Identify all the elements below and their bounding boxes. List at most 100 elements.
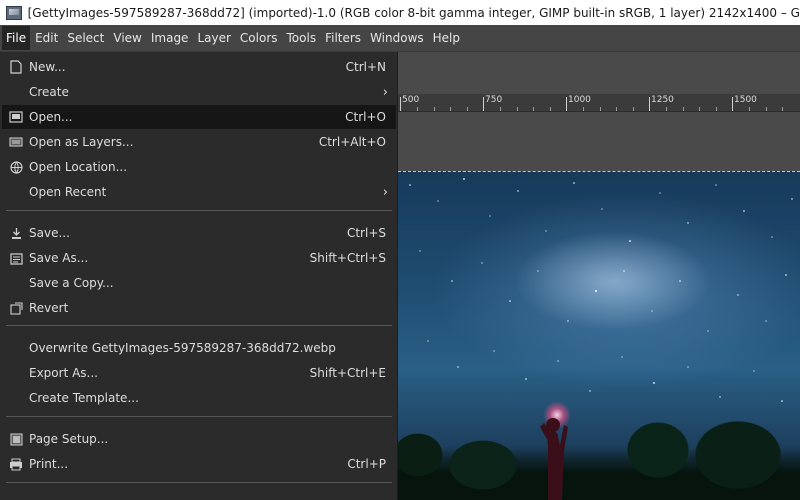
print-icon: [8, 456, 24, 472]
menu-item-new[interactable]: New... Ctrl+N: [2, 55, 396, 79]
ruler-label: 1500: [734, 95, 757, 105]
menu-item-label: Create: [29, 85, 69, 99]
ruler-tick: [732, 97, 733, 111]
person-silhouette: [540, 418, 568, 500]
ruler-tick: [467, 107, 468, 111]
menu-image[interactable]: Image: [147, 26, 193, 50]
menu-edit[interactable]: Edit: [31, 26, 62, 50]
globe-icon: [8, 159, 24, 175]
menu-item-print[interactable]: Print... Ctrl+P: [2, 452, 396, 476]
ruler-tick: [566, 97, 567, 111]
menu-item-create[interactable]: Create ›: [2, 80, 396, 104]
ruler-label: 1000: [568, 95, 591, 105]
menu-item-label: Overwrite GettyImages-597589287-368dd72.…: [29, 341, 336, 355]
tool-options-strip: [398, 52, 800, 94]
menu-item-label: Save a Copy...: [29, 276, 114, 290]
menu-item-label: New...: [29, 60, 66, 74]
menu-layer[interactable]: Layer: [193, 26, 234, 50]
window-title: [GettyImages-597589287-368dd72] (importe…: [27, 5, 800, 20]
chevron-right-icon: ›: [382, 184, 388, 200]
ruler-tick: [782, 107, 783, 111]
ruler-tick: [583, 107, 584, 111]
menu-bar: File Edit Select View Image Layer Colors…: [0, 25, 800, 52]
page-setup-icon: [8, 431, 24, 447]
ruler-tick: [417, 107, 418, 111]
ruler-tick: [766, 107, 767, 111]
canvas-area[interactable]: 500 750 1000 1250 1500: [398, 52, 800, 500]
menu-file[interactable]: File: [2, 26, 31, 50]
menu-item-save[interactable]: Save... Ctrl+S: [2, 221, 396, 245]
menu-item-label: Open Location...: [29, 160, 128, 174]
menu-separator: [6, 416, 392, 417]
chevron-right-icon: ›: [382, 84, 388, 100]
ruler-label: 500: [402, 95, 420, 105]
ruler-tick: [550, 107, 551, 111]
gimp-app-icon: [6, 5, 22, 20]
menu-item-overwrite[interactable]: Overwrite GettyImages-597589287-368dd72.…: [2, 336, 396, 360]
menu-item-page-setup[interactable]: Page Setup...: [2, 427, 396, 451]
ruler-tick: [500, 107, 501, 111]
menu-tools[interactable]: Tools: [283, 26, 321, 50]
menu-colors[interactable]: Colors: [236, 26, 282, 50]
menu-item-label: Print...: [29, 457, 69, 471]
horizontal-ruler[interactable]: 500 750 1000 1250 1500: [398, 94, 800, 112]
menu-item-label: Page Setup...: [29, 432, 109, 446]
menu-separator: [6, 210, 392, 211]
menu-item-label: Save As...: [29, 251, 89, 265]
menu-select[interactable]: Select: [63, 26, 108, 50]
ruler-tick: [517, 107, 518, 111]
menu-item-open-as-layers[interactable]: Open as Layers... Ctrl+Alt+O: [2, 130, 396, 154]
ruler-tick: [666, 107, 667, 111]
menu-item-export-as[interactable]: Export As... Shift+Ctrl+E: [2, 361, 396, 385]
ruler-tick: [600, 107, 601, 111]
menu-item-label: Open...: [29, 110, 73, 124]
window-title-bar: [GettyImages-597589287-368dd72] (importe…: [0, 0, 800, 25]
menu-item-shortcut: Ctrl+Alt+O: [318, 135, 386, 149]
menu-filters[interactable]: Filters: [321, 26, 365, 50]
menu-item-label: Open as Layers...: [29, 135, 134, 149]
menu-item-save-as[interactable]: Save As... Shift+Ctrl+S: [2, 246, 396, 270]
ruler-tick: [533, 107, 534, 111]
menu-item-shortcut: Shift+Ctrl+E: [309, 366, 386, 380]
menu-item-label: Open Recent: [29, 185, 107, 199]
menu-item-open-recent[interactable]: Open Recent ›: [2, 180, 396, 204]
menu-view[interactable]: View: [109, 26, 145, 50]
menu-item-shortcut: Ctrl+P: [347, 457, 386, 471]
ruler-tick: [450, 107, 451, 111]
open-file-icon: [8, 109, 24, 125]
ruler-tick: [483, 97, 484, 111]
menu-help[interactable]: Help: [429, 26, 464, 50]
menu-item-shortcut: Shift+Ctrl+S: [309, 251, 386, 265]
menu-item-shortcut: Ctrl+N: [345, 60, 386, 74]
save-as-icon: [8, 250, 24, 266]
menu-item-label: Save...: [29, 226, 70, 240]
menu-item-save-a-copy[interactable]: Save a Copy...: [2, 271, 396, 295]
canvas-padding: [398, 113, 800, 171]
menu-item-label: Revert: [29, 301, 69, 315]
menu-item-create-template[interactable]: Create Template...: [2, 386, 396, 410]
revert-icon: [8, 300, 24, 316]
ruler-tick: [649, 97, 650, 111]
menu-item-label: Export As...: [29, 366, 98, 380]
image-canvas[interactable]: [398, 171, 800, 500]
menu-item-label: Create Template...: [29, 391, 139, 405]
ruler-tick: [400, 97, 401, 111]
ruler-tick: [749, 107, 750, 111]
ruler-tick: [683, 107, 684, 111]
ruler-label: 1250: [651, 95, 674, 105]
menu-separator: [6, 325, 392, 326]
ruler-tick: [699, 107, 700, 111]
menu-item-open-location[interactable]: Open Location...: [2, 155, 396, 179]
menu-item-open[interactable]: Open... Ctrl+O: [2, 105, 396, 129]
save-icon: [8, 225, 24, 241]
menu-item-revert[interactable]: Revert: [2, 296, 396, 320]
file-menu-dropdown: New... Ctrl+N Create › Open... Ctrl+O Op…: [0, 52, 398, 500]
ruler-tick: [616, 107, 617, 111]
tree-silhouettes: [398, 410, 800, 500]
ruler-label: 750: [485, 95, 503, 105]
new-file-icon: [8, 59, 24, 75]
menu-item-shortcut: Ctrl+O: [345, 110, 386, 124]
ruler-tick: [434, 107, 435, 111]
menu-windows[interactable]: Windows: [366, 26, 428, 50]
menu-item-shortcut: Ctrl+S: [346, 226, 386, 240]
